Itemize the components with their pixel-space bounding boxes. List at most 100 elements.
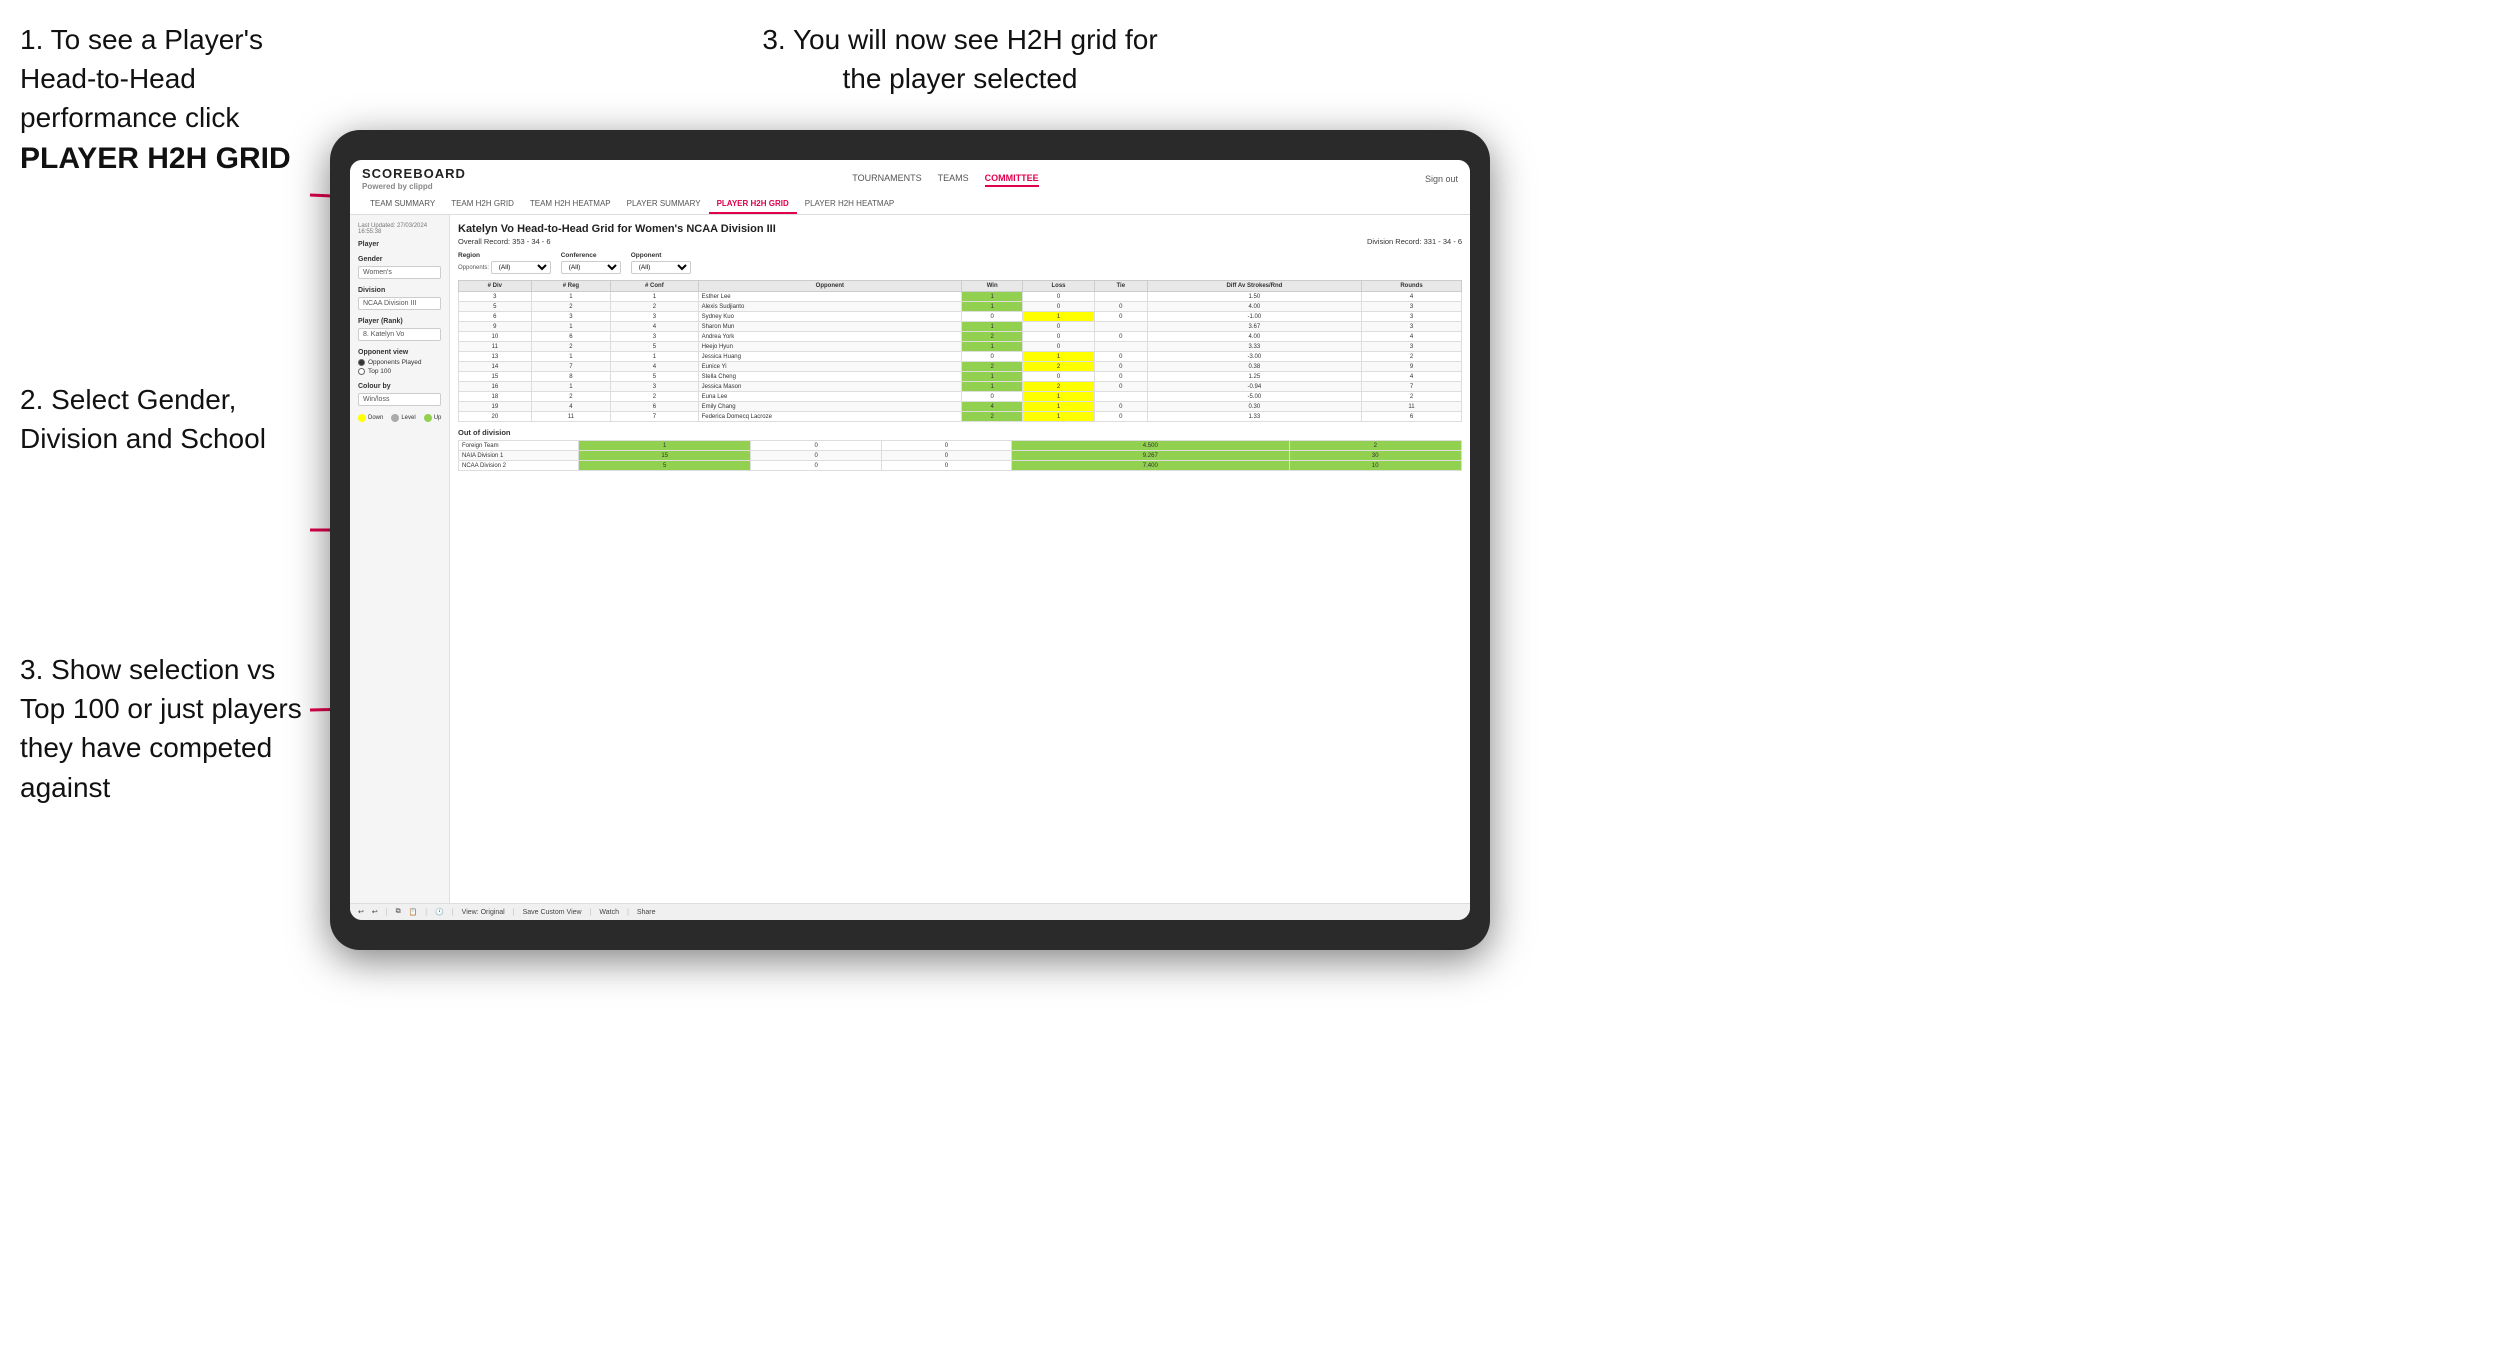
conference-select[interactable]: (All): [561, 261, 621, 274]
cell-win: 1: [962, 382, 1023, 392]
cell-div: 9: [459, 322, 532, 332]
clock-btn[interactable]: 🕐: [435, 908, 444, 916]
sub-nav-player-h2h-grid[interactable]: PLAYER H2H GRID: [709, 195, 797, 214]
nav-tournaments[interactable]: TOURNAMENTS: [852, 171, 921, 187]
cell-tie: 0: [1094, 362, 1147, 372]
opponent-select[interactable]: (All): [631, 261, 691, 274]
radio-top100[interactable]: Top 100: [358, 368, 441, 375]
cell-tie: 0: [1094, 382, 1147, 392]
watch-btn[interactable]: Watch: [599, 909, 619, 916]
cell-loss: 1: [1023, 412, 1095, 422]
legend-down-label: Down: [368, 415, 383, 421]
legend-up: Up: [424, 414, 442, 422]
sub-nav-team-h2h-heatmap[interactable]: TEAM H2H HEATMAP: [522, 195, 619, 214]
cell-tie: [1094, 322, 1147, 332]
cell-diff: 0.30: [1147, 402, 1361, 412]
table-row: 15 8 5 Stella Cheng 1 0 0 1.25 4: [459, 372, 1462, 382]
radio-top100-dot: [358, 368, 365, 375]
cell-rounds: 2: [1362, 392, 1462, 402]
cell-name: Jessica Mason: [698, 382, 962, 392]
table-row: 11 2 5 Heejo Hyun 1 0 3.33 3: [459, 342, 1462, 352]
table-header-row: # Div # Reg # Conf Opponent Win Loss Tie…: [459, 281, 1462, 292]
ood-cell-loss: 0: [751, 451, 881, 461]
cell-tie: [1094, 342, 1147, 352]
table-row: 16 1 3 Jessica Mason 1 2 0 -0.94 7: [459, 382, 1462, 392]
redo-btn[interactable]: ↩: [372, 908, 378, 916]
cell-rounds: 3: [1362, 342, 1462, 352]
sub-nav-player-summary[interactable]: PLAYER SUMMARY: [619, 195, 709, 214]
filter-row: Region Opponents: (All) Conference (All): [458, 252, 1462, 274]
cell-diff: 0.38: [1147, 362, 1361, 372]
colour-by-value[interactable]: Win/loss: [358, 393, 441, 406]
cell-loss: 0: [1023, 322, 1095, 332]
cell-div: 16: [459, 382, 532, 392]
cell-name: Sydney Kuo: [698, 312, 962, 322]
cell-loss: 1: [1023, 352, 1095, 362]
main-table: # Div # Reg # Conf Opponent Win Loss Tie…: [458, 280, 1462, 422]
cell-reg: 1: [531, 382, 610, 392]
nav-teams[interactable]: TEAMS: [938, 171, 969, 187]
sub-nav-team-h2h-grid[interactable]: TEAM H2H GRID: [443, 195, 522, 214]
ood-cell-rounds: 30: [1289, 451, 1462, 461]
cell-div: 5: [459, 302, 532, 312]
view-original-btn[interactable]: View: Original: [462, 909, 505, 916]
player-rank-value[interactable]: 8. Katelyn Vo: [358, 328, 441, 341]
cell-name: Andrea York: [698, 332, 962, 342]
legend-up-label: Up: [434, 415, 442, 421]
cell-rounds: 4: [1362, 332, 1462, 342]
col-tie: Tie: [1094, 281, 1147, 292]
division-value[interactable]: NCAA Division III: [358, 297, 441, 310]
cell-name: Stella Cheng: [698, 372, 962, 382]
table-row: 10 6 3 Andrea York 2 0 0 4.00 4: [459, 332, 1462, 342]
undo-btn[interactable]: ↩: [358, 908, 364, 916]
radio-group: Opponents Played Top 100: [358, 359, 441, 375]
legend-down: Down: [358, 414, 383, 422]
sub-nav: TEAM SUMMARY TEAM H2H GRID TEAM H2H HEAT…: [362, 195, 1458, 214]
legend-up-dot: [424, 414, 432, 422]
opponents-label: Opponents: (All): [458, 261, 551, 274]
cell-rounds: 4: [1362, 292, 1462, 302]
copy-btn[interactable]: ⧉: [396, 908, 401, 916]
cell-div: 10: [459, 332, 532, 342]
sub-nav-player-h2h-heatmap[interactable]: PLAYER H2H HEATMAP: [797, 195, 903, 214]
ood-table-body: Foreign Team 1 0 0 4.500 2 NAIA Division…: [459, 441, 1462, 471]
colour-by-label: Colour by: [358, 383, 441, 390]
cell-name: Eunice Yi: [698, 362, 962, 372]
table-row: 9 1 4 Sharon Mun 1 0 3.67 3: [459, 322, 1462, 332]
cell-div: 19: [459, 402, 532, 412]
opponent-filter-label: Opponent: [631, 252, 691, 259]
cell-conf: 3: [611, 332, 698, 342]
table-row: 5 2 2 Alexis Sudjianto 1 0 0 4.00 3: [459, 302, 1462, 312]
radio-opponents[interactable]: Opponents Played: [358, 359, 441, 366]
gender-value[interactable]: Women's: [358, 266, 441, 279]
cell-loss: 0: [1023, 342, 1095, 352]
sign-out[interactable]: Sign out: [1425, 174, 1458, 184]
save-custom-btn[interactable]: Save Custom View: [523, 909, 582, 916]
cell-reg: 1: [531, 322, 610, 332]
cell-diff: 3.33: [1147, 342, 1361, 352]
instruction-3-text: 3. You will now see H2H grid for the pla…: [762, 24, 1157, 94]
radio-opponents-dot: [358, 359, 365, 366]
region-select[interactable]: (All): [491, 261, 551, 274]
player-rank-section: Player (Rank) 8. Katelyn Vo: [358, 318, 441, 341]
cell-win: 2: [962, 362, 1023, 372]
sub-nav-team-summary[interactable]: TEAM SUMMARY: [362, 195, 443, 214]
out-of-division-table: Foreign Team 1 0 0 4.500 2 NAIA Division…: [458, 440, 1462, 471]
col-reg: # Reg: [531, 281, 610, 292]
nav-committee[interactable]: COMMITTEE: [985, 171, 1039, 187]
opponent-view-section: Opponent view Opponents Played Top 100: [358, 349, 441, 375]
paste-btn[interactable]: 📋: [409, 908, 418, 916]
share-btn[interactable]: Share: [637, 909, 656, 916]
ood-cell-rounds: 10: [1289, 461, 1462, 471]
cell-loss: 1: [1023, 402, 1095, 412]
cell-diff: -0.94: [1147, 382, 1361, 392]
cell-loss: 2: [1023, 382, 1095, 392]
timestamp: Last Updated: 27/03/2024 16:55:38: [358, 223, 441, 235]
cell-reg: 3: [531, 312, 610, 322]
cell-name: Esther Lee: [698, 292, 962, 302]
player-section: Player: [358, 241, 441, 248]
cell-tie: 0: [1094, 352, 1147, 362]
cell-tie: 0: [1094, 312, 1147, 322]
ood-cell-loss: 0: [751, 461, 881, 471]
cell-div: 14: [459, 362, 532, 372]
